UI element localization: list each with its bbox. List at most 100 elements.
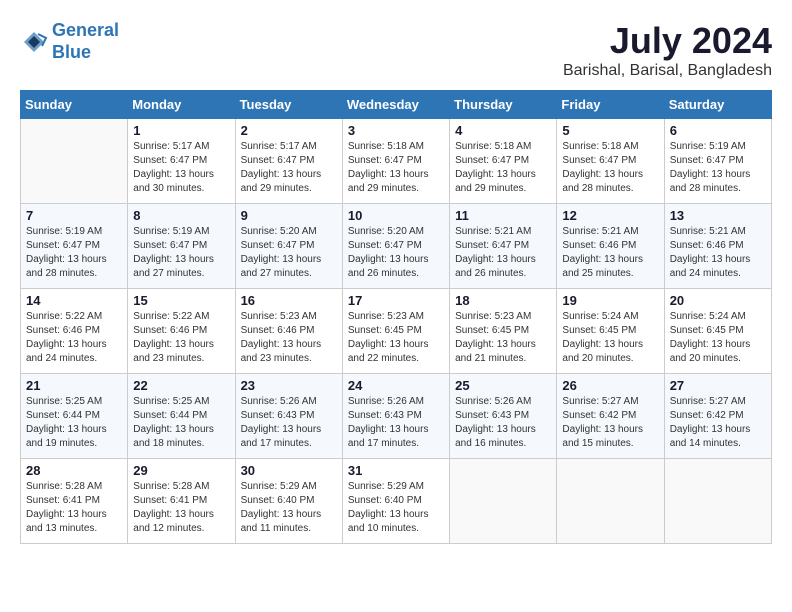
title-area: July 2024 Barishal, Barisal, Bangladesh	[563, 20, 772, 80]
day-number: 3	[348, 123, 444, 138]
calendar-cell: 26 Sunrise: 5:27 AMSunset: 6:42 PMDayligh…	[557, 374, 664, 459]
logo-icon	[20, 28, 48, 56]
day-info: Sunrise: 5:27 AMSunset: 6:42 PMDaylight:…	[562, 395, 658, 451]
day-info: Sunrise: 5:28 AMSunset: 6:41 PMDaylight:…	[133, 480, 229, 536]
calendar-cell: 29 Sunrise: 5:28 AMSunset: 6:41 PMDayligh…	[128, 459, 235, 544]
calendar-cell: 27 Sunrise: 5:27 AMSunset: 6:42 PMDayligh…	[664, 374, 771, 459]
week-row-2: 7Sunrise: 5:19 AMSunset: 6:47 PMDaylight…	[21, 204, 772, 289]
day-number: 28	[26, 463, 122, 478]
day-info: Sunrise: 5:22 AMSunset: 6:46 PMDaylight:…	[26, 310, 122, 366]
day-info: Sunrise: 5:23 AMSunset: 6:45 PMDaylight:…	[455, 310, 551, 366]
calendar-cell: 5 Sunrise: 5:18 AMSunset: 6:47 PMDaylight…	[557, 119, 664, 204]
day-number: 8	[133, 208, 229, 223]
day-number: 26	[562, 378, 658, 393]
day-number: 30	[241, 463, 337, 478]
day-number: 27	[670, 378, 766, 393]
day-number: 16	[241, 293, 337, 308]
calendar-cell: 12 Sunrise: 5:21 AMSunset: 6:46 PMDayligh…	[557, 204, 664, 289]
day-number: 9	[241, 208, 337, 223]
day-info: Sunrise: 5:21 AMSunset: 6:46 PMDaylight:…	[562, 225, 658, 281]
day-info: Sunrise: 5:28 AMSunset: 6:41 PMDaylight:…	[26, 480, 122, 536]
calendar-table: SundayMondayTuesdayWednesdayThursdayFrid…	[20, 90, 772, 544]
day-number: 25	[455, 378, 551, 393]
weekday-header-saturday: Saturday	[664, 91, 771, 119]
calendar-cell: 11Sunrise: 5:21 AMSunset: 6:47 PMDayligh…	[450, 204, 557, 289]
day-info: Sunrise: 5:21 AMSunset: 6:47 PMDaylight:…	[455, 225, 551, 281]
day-number: 12	[562, 208, 658, 223]
day-info: Sunrise: 5:25 AMSunset: 6:44 PMDaylight:…	[26, 395, 122, 451]
day-info: Sunrise: 5:29 AMSunset: 6:40 PMDaylight:…	[241, 480, 337, 536]
day-number: 14	[26, 293, 122, 308]
week-row-5: 28 Sunrise: 5:28 AMSunset: 6:41 PMDayligh…	[21, 459, 772, 544]
calendar-cell: 1Sunrise: 5:17 AMSunset: 6:47 PMDaylight…	[128, 119, 235, 204]
day-info: Sunrise: 5:26 AMSunset: 6:43 PMDaylight:…	[348, 395, 444, 451]
calendar-cell: 23Sunrise: 5:26 AMSunset: 6:43 PMDayligh…	[235, 374, 342, 459]
calendar-cell: 20Sunrise: 5:24 AMSunset: 6:45 PMDayligh…	[664, 289, 771, 374]
weekday-header-friday: Friday	[557, 91, 664, 119]
calendar-cell: 18 Sunrise: 5:23 AMSunset: 6:45 PMDayligh…	[450, 289, 557, 374]
day-info: Sunrise: 5:18 AMSunset: 6:47 PMDaylight:…	[455, 140, 551, 196]
day-info: Sunrise: 5:18 AMSunset: 6:47 PMDaylight:…	[562, 140, 658, 196]
calendar-cell: 3 Sunrise: 5:18 AMSunset: 6:47 PMDaylight…	[342, 119, 449, 204]
calendar-cell: 8 Sunrise: 5:19 AMSunset: 6:47 PMDaylight…	[128, 204, 235, 289]
location-subtitle: Barishal, Barisal, Bangladesh	[563, 62, 772, 80]
calendar-cell: 10Sunrise: 5:20 AMSunset: 6:47 PMDayligh…	[342, 204, 449, 289]
day-number: 23	[241, 378, 337, 393]
calendar-cell	[21, 119, 128, 204]
week-row-3: 14 Sunrise: 5:22 AMSunset: 6:46 PMDayligh…	[21, 289, 772, 374]
weekday-header-wednesday: Wednesday	[342, 91, 449, 119]
calendar-cell: 9 Sunrise: 5:20 AMSunset: 6:47 PMDaylight…	[235, 204, 342, 289]
calendar-cell	[664, 459, 771, 544]
day-info: Sunrise: 5:17 AMSunset: 6:47 PMDaylight:…	[241, 140, 337, 196]
day-number: 29	[133, 463, 229, 478]
calendar-cell: 21Sunrise: 5:25 AMSunset: 6:44 PMDayligh…	[21, 374, 128, 459]
day-info: Sunrise: 5:19 AMSunset: 6:47 PMDaylight:…	[26, 225, 122, 281]
weekday-header-sunday: Sunday	[21, 91, 128, 119]
week-row-4: 21Sunrise: 5:25 AMSunset: 6:44 PMDayligh…	[21, 374, 772, 459]
day-info: Sunrise: 5:22 AMSunset: 6:46 PMDaylight:…	[133, 310, 229, 366]
calendar-cell: 7Sunrise: 5:19 AMSunset: 6:47 PMDaylight…	[21, 204, 128, 289]
day-number: 4	[455, 123, 551, 138]
day-info: Sunrise: 5:27 AMSunset: 6:42 PMDaylight:…	[670, 395, 766, 451]
day-info: Sunrise: 5:18 AMSunset: 6:47 PMDaylight:…	[348, 140, 444, 196]
day-info: Sunrise: 5:20 AMSunset: 6:47 PMDaylight:…	[348, 225, 444, 281]
day-info: Sunrise: 5:21 AMSunset: 6:46 PMDaylight:…	[670, 225, 766, 281]
day-number: 18	[455, 293, 551, 308]
logo-line2: Blue	[52, 42, 91, 62]
calendar-cell: 16 Sunrise: 5:23 AMSunset: 6:46 PMDayligh…	[235, 289, 342, 374]
calendar-cell: 24 Sunrise: 5:26 AMSunset: 6:43 PMDayligh…	[342, 374, 449, 459]
weekday-header-monday: Monday	[128, 91, 235, 119]
day-number: 13	[670, 208, 766, 223]
calendar-cell: 2 Sunrise: 5:17 AMSunset: 6:47 PMDaylight…	[235, 119, 342, 204]
day-number: 22	[133, 378, 229, 393]
calendar-cell: 22Sunrise: 5:25 AMSunset: 6:44 PMDayligh…	[128, 374, 235, 459]
day-number: 20	[670, 293, 766, 308]
day-number: 17	[348, 293, 444, 308]
weekday-header-thursday: Thursday	[450, 91, 557, 119]
day-number: 24	[348, 378, 444, 393]
calendar-cell: 19 Sunrise: 5:24 AMSunset: 6:45 PMDayligh…	[557, 289, 664, 374]
day-number: 19	[562, 293, 658, 308]
logo: General Blue	[20, 20, 119, 63]
day-info: Sunrise: 5:23 AMSunset: 6:46 PMDaylight:…	[241, 310, 337, 366]
weekday-header-row: SundayMondayTuesdayWednesdayThursdayFrid…	[21, 91, 772, 119]
day-info: Sunrise: 5:23 AMSunset: 6:45 PMDaylight:…	[348, 310, 444, 366]
day-number: 5	[562, 123, 658, 138]
day-number: 2	[241, 123, 337, 138]
calendar-cell: 28 Sunrise: 5:28 AMSunset: 6:41 PMDayligh…	[21, 459, 128, 544]
page-header: General Blue July 2024 Barishal, Barisal…	[20, 20, 772, 80]
day-info: Sunrise: 5:29 AMSunset: 6:40 PMDaylight:…	[348, 480, 444, 536]
week-row-1: 1Sunrise: 5:17 AMSunset: 6:47 PMDaylight…	[21, 119, 772, 204]
day-info: Sunrise: 5:19 AMSunset: 6:47 PMDaylight:…	[133, 225, 229, 281]
day-number: 31	[348, 463, 444, 478]
logo-line1: General	[52, 20, 119, 40]
day-info: Sunrise: 5:24 AMSunset: 6:45 PMDaylight:…	[562, 310, 658, 366]
calendar-cell: 25Sunrise: 5:26 AMSunset: 6:43 PMDayligh…	[450, 374, 557, 459]
day-info: Sunrise: 5:17 AMSunset: 6:47 PMDaylight:…	[133, 140, 229, 196]
month-year-title: July 2024	[563, 20, 772, 62]
calendar-cell: 17 Sunrise: 5:23 AMSunset: 6:45 PMDayligh…	[342, 289, 449, 374]
calendar-cell: 14 Sunrise: 5:22 AMSunset: 6:46 PMDayligh…	[21, 289, 128, 374]
weekday-header-tuesday: Tuesday	[235, 91, 342, 119]
logo-text: General Blue	[52, 20, 119, 63]
day-info: Sunrise: 5:20 AMSunset: 6:47 PMDaylight:…	[241, 225, 337, 281]
